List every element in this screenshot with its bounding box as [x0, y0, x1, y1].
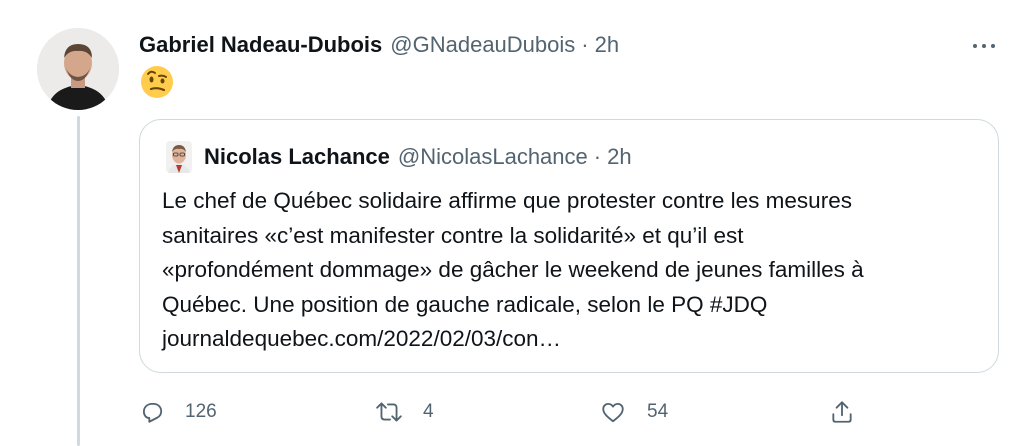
face-with-raised-eyebrow-emoji [141, 66, 173, 98]
quoted-separator-dot: · [593, 144, 602, 169]
share-icon [832, 401, 852, 423]
tweet-header: Gabriel Nadeau-Dubois @GNadeauDubois · 2… [139, 30, 619, 60]
handle[interactable]: @GNadeauDubois [390, 32, 575, 58]
like-button[interactable]: 54 [599, 392, 668, 432]
quoted-text-line: sanitaires «c’est manifester contre la s… [162, 222, 744, 248]
reply-icon [142, 402, 163, 423]
separator-dot: · [581, 32, 589, 57]
quoted-text-line: Le chef de Québec solidaire affirme que … [162, 188, 852, 213]
tweet: Gabriel Nadeau-Dubois @GNadeauDubois · 2… [0, 0, 1024, 446]
retweet-icon [376, 402, 402, 422]
avatar[interactable] [37, 28, 119, 110]
quoted-tweet[interactable]: Nicolas Lachance @NicolasLachance · 2h L… [139, 119, 999, 373]
quoted-handle[interactable]: @NicolasLachance [398, 144, 588, 170]
quoted-avatar-photo [166, 141, 192, 173]
more-icon[interactable] [966, 32, 1002, 60]
quoted-link[interactable]: journaldequebec.com/2022/02/03/con… [162, 322, 982, 357]
quoted-text-line: «profondément dommage» de gâcher le week… [162, 257, 864, 282]
reply-button[interactable]: 126 [139, 392, 217, 432]
like-count: 54 [647, 401, 669, 422]
action-bar: 126 4 54 [139, 392, 879, 432]
heart-icon [602, 402, 624, 423]
quoted-text-line: Québec. Une position de gauche radicale,… [162, 291, 768, 317]
quoted-header: Nicolas Lachance @NicolasLachance · 2h [204, 144, 632, 170]
quoted-text: Le chef de Québec solidaire affirme que … [162, 184, 982, 357]
reply-count: 126 [185, 401, 217, 422]
display-name[interactable]: Gabriel Nadeau-Dubois [139, 32, 382, 58]
thread-line [77, 116, 80, 446]
quoted-timestamp[interactable]: 2h [607, 144, 631, 170]
timestamp[interactable]: 2h [595, 32, 619, 58]
quoted-display-name[interactable]: Nicolas Lachance [204, 144, 390, 170]
retweet-button[interactable]: 4 [375, 392, 434, 432]
retweet-count: 4 [423, 401, 434, 422]
quoted-avatar[interactable] [166, 141, 192, 173]
share-button[interactable] [829, 392, 855, 432]
avatar-photo [37, 28, 119, 110]
